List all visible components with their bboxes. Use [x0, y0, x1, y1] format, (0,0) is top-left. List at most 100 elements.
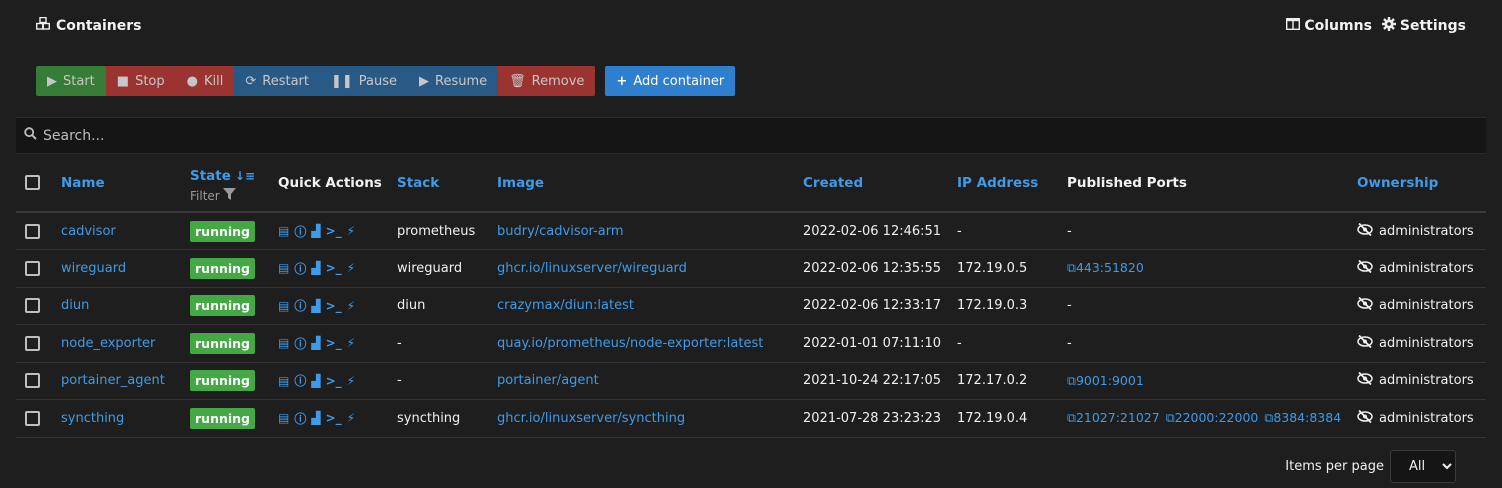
image-link[interactable]: quay.io/prometheus/node-exporter:latest	[497, 336, 763, 351]
column-header-stack[interactable]: Stack	[397, 154, 497, 213]
ownership-label: administrators	[1379, 298, 1474, 314]
container-name-link[interactable]: diun	[61, 298, 89, 313]
row-checkbox[interactable]	[25, 260, 40, 276]
ip-address: -	[957, 223, 962, 239]
column-header-image[interactable]: Image	[497, 154, 803, 213]
inspect-icon[interactable]: ⓘ	[294, 260, 306, 277]
attach-icon[interactable]: ⚡	[347, 374, 355, 388]
search-input[interactable]	[43, 127, 643, 144]
attach-icon[interactable]: ⚡	[347, 336, 355, 350]
logs-icon[interactable]: ▤	[278, 411, 289, 425]
attach-icon[interactable]: ⚡	[347, 299, 355, 313]
console-icon[interactable]: >_	[326, 299, 342, 313]
play-icon: ▶	[47, 73, 57, 89]
image-link[interactable]: budry/cadvisor-arm	[497, 224, 624, 239]
columns-button[interactable]: Columns	[1286, 17, 1372, 35]
filter-icon	[222, 188, 236, 203]
stats-icon[interactable]: ▟	[311, 411, 320, 425]
select-all-checkbox[interactable]	[25, 175, 40, 190]
published-port-link[interactable]: ⧉21027:21027	[1067, 410, 1160, 425]
external-link-icon: ⧉	[1067, 372, 1076, 388]
stats-icon[interactable]: ▟	[311, 261, 320, 275]
container-name-link[interactable]: syncthing	[61, 411, 124, 426]
kill-button[interactable]: ● Kill	[175, 66, 235, 96]
ownership-label: administrators	[1379, 223, 1474, 239]
container-name-link[interactable]: node_exporter	[61, 336, 155, 351]
stats-icon[interactable]: ▟	[311, 374, 320, 388]
page-title-text: Containers	[56, 17, 142, 34]
image-link[interactable]: ghcr.io/linuxserver/syncthing	[497, 411, 685, 426]
logs-icon[interactable]: ▤	[278, 224, 289, 238]
ownership: administrators	[1357, 297, 1474, 314]
row-checkbox[interactable]	[25, 335, 40, 351]
stats-icon[interactable]: ▟	[311, 299, 320, 313]
logs-icon[interactable]: ▤	[278, 299, 289, 313]
add-container-button[interactable]: + Add container	[605, 66, 736, 96]
table-header-row: Name State ↓≡ Filter Quick Actions Stack	[16, 154, 1486, 213]
attach-icon[interactable]: ⚡	[347, 224, 355, 238]
published-port-link[interactable]: ⧉8384:8384	[1264, 410, 1341, 425]
ip-address: -	[957, 335, 962, 351]
state-filter[interactable]: Filter	[190, 188, 278, 203]
toolbar: ▶ Start ■ Stop ● Kill ⟳ Restart ❚❚ Pause…	[36, 66, 736, 96]
column-header-state[interactable]: State ↓≡ Filter	[190, 154, 278, 213]
published-port-link[interactable]: ⧉9001:9001	[1067, 373, 1144, 388]
sort-icon: ↓≡	[234, 169, 256, 183]
stats-icon[interactable]: ▟	[311, 224, 320, 238]
quick-actions: ▤ ⓘ ▟ >_ ⚡	[278, 372, 355, 389]
row-checkbox[interactable]	[25, 373, 40, 389]
inspect-icon[interactable]: ⓘ	[294, 297, 306, 314]
attach-icon[interactable]: ⚡	[347, 411, 355, 425]
console-icon[interactable]: >_	[326, 411, 342, 425]
attach-icon[interactable]: ⚡	[347, 261, 355, 275]
logs-icon[interactable]: ▤	[278, 374, 289, 388]
start-button[interactable]: ▶ Start	[36, 66, 106, 96]
container-name-link[interactable]: wireguard	[61, 261, 126, 276]
pause-button[interactable]: ❚❚ Pause	[319, 66, 409, 96]
quick-actions: ▤ ⓘ ▟ >_ ⚡	[278, 223, 355, 240]
column-header-ownership[interactable]: Ownership	[1357, 154, 1486, 213]
column-header-created[interactable]: Created	[803, 154, 957, 213]
column-header-ip[interactable]: IP Address	[957, 154, 1067, 213]
column-header-ports: Published Ports	[1067, 154, 1357, 213]
published-port-link[interactable]: ⧉22000:22000	[1166, 410, 1259, 425]
logs-icon[interactable]: ▤	[278, 336, 289, 350]
row-checkbox[interactable]	[25, 410, 40, 426]
bomb-icon: ●	[186, 73, 198, 89]
console-icon[interactable]: >_	[326, 374, 342, 388]
resume-label: Resume	[435, 73, 488, 89]
image-link[interactable]: ghcr.io/linuxserver/wireguard	[497, 261, 687, 276]
console-icon[interactable]: >_	[326, 261, 342, 275]
stack-name: syncthing	[397, 410, 461, 426]
stats-icon[interactable]: ▟	[311, 336, 320, 350]
row-checkbox[interactable]	[25, 298, 40, 314]
stop-button[interactable]: ■ Stop	[105, 66, 176, 96]
published-port-link[interactable]: ⧉443:51820	[1067, 260, 1144, 275]
remove-label: Remove	[531, 73, 585, 89]
console-icon[interactable]: >_	[326, 336, 342, 350]
ip-address: 172.17.0.2	[957, 373, 1028, 389]
inspect-icon[interactable]: ⓘ	[294, 372, 306, 389]
image-link[interactable]: portainer/agent	[497, 373, 599, 388]
inspect-icon[interactable]: ⓘ	[294, 335, 306, 352]
row-checkbox[interactable]	[25, 223, 40, 239]
container-name-link[interactable]: cadvisor	[61, 224, 116, 239]
resume-button[interactable]: ▶ Resume	[408, 66, 499, 96]
settings-button[interactable]: Settings	[1381, 17, 1466, 35]
remove-button[interactable]: 🗑 Remove	[498, 66, 596, 96]
items-per-page-select[interactable]: All	[1390, 450, 1456, 483]
logs-icon[interactable]: ▤	[278, 261, 289, 275]
restart-button[interactable]: ⟳ Restart	[234, 66, 320, 96]
column-header-name[interactable]: Name	[61, 154, 190, 213]
console-icon[interactable]: >_	[326, 224, 342, 238]
ownership: administrators	[1357, 222, 1474, 240]
eye-slash-icon	[1357, 222, 1373, 240]
add-container-label: Add container	[633, 73, 725, 89]
table-row: cadvisor running ▤ ⓘ ▟ >_ ⚡ prometheus b…	[16, 212, 1486, 250]
ip-address: 172.19.0.4	[957, 410, 1028, 426]
inspect-icon[interactable]: ⓘ	[294, 223, 306, 240]
image-link[interactable]: crazymax/diun:latest	[497, 298, 634, 313]
port-value: 8384:8384	[1273, 410, 1342, 426]
container-name-link[interactable]: portainer_agent	[61, 373, 165, 388]
inspect-icon[interactable]: ⓘ	[294, 410, 306, 427]
